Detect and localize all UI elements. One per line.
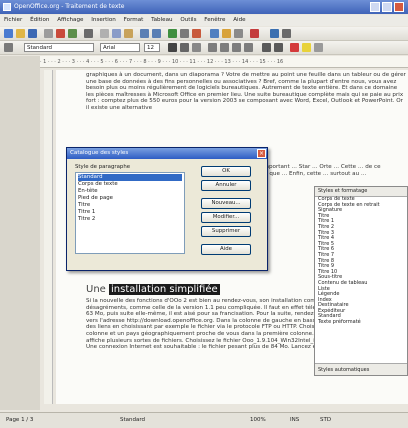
status-insert-mode[interactable]: INS (290, 413, 299, 428)
edit-icon[interactable] (44, 29, 53, 38)
standard-toolbar (0, 27, 408, 41)
menu-insert[interactable]: Insertion (91, 17, 116, 23)
paragraph-intro: graphiques à un document, dans un diapor… (86, 72, 406, 111)
status-page: Page 1 / 3 (6, 417, 34, 423)
style-list-item[interactable]: Corps de texte (78, 181, 182, 188)
copy-icon[interactable] (112, 29, 121, 38)
font-color-icon[interactable] (290, 43, 299, 52)
window-title: OpenOffice.org - Traitement de texte (14, 3, 125, 10)
vertical-ruler[interactable] (44, 70, 53, 404)
menu-window[interactable]: Fenêtre (204, 17, 225, 23)
paragraph-style-select[interactable]: Standard (24, 43, 94, 52)
status-bar: Page 1 / 3 Standard 100% INS STD (0, 412, 408, 428)
close-icon[interactable] (394, 2, 404, 12)
menu-file[interactable]: Fichier (4, 17, 22, 23)
bullets-icon[interactable] (274, 43, 283, 52)
heading-text: Une (86, 284, 106, 295)
menu-format[interactable]: Format (124, 17, 144, 23)
formatting-toolbar: Standard Arial 12 (0, 41, 408, 55)
menu-bar: Fichier Édition Affichage Insertion Form… (0, 15, 408, 26)
heading-selection: installation simplifiée (109, 284, 220, 295)
highlight-icon[interactable] (302, 43, 311, 52)
datasource-icon[interactable] (234, 29, 243, 38)
navigator-icon[interactable] (210, 29, 219, 38)
cancel-button[interactable]: Annuler (201, 180, 251, 191)
save-icon[interactable] (28, 29, 37, 38)
window-controls (368, 2, 404, 14)
gallery-icon[interactable] (222, 29, 231, 38)
new-document-icon[interactable] (4, 29, 13, 38)
app-icon (3, 3, 11, 11)
open-icon[interactable] (16, 29, 25, 38)
panel-filter-select[interactable]: Styles automatiques (315, 363, 407, 375)
table-icon[interactable] (180, 29, 189, 38)
minimize-icon[interactable] (370, 2, 380, 12)
style-list-item[interactable]: Titre (78, 202, 182, 209)
italic-icon[interactable] (180, 43, 189, 52)
background-color-icon[interactable] (314, 43, 323, 52)
style-list[interactable]: Standard Corps de texte En-tête Pied de … (75, 172, 185, 254)
maximize-icon[interactable] (382, 2, 392, 12)
new-style-button[interactable]: Nouveau... (201, 198, 251, 209)
paragraph-right-column: important … Star … Orte … Cette … de ce … (262, 164, 381, 177)
style-list-item[interactable]: Titre 1 (78, 209, 182, 216)
draw-functions-icon[interactable] (250, 29, 259, 38)
status-zoom[interactable]: 100% (250, 413, 266, 428)
pdf-icon[interactable] (56, 29, 65, 38)
section-heading: Une installation simplifiée (86, 284, 220, 295)
menu-help[interactable]: Aide (233, 17, 245, 23)
cut-icon[interactable] (100, 29, 109, 38)
dialog-close-icon[interactable]: × (257, 149, 266, 158)
menu-tools[interactable]: Outils (180, 17, 196, 23)
styles-formatting-panel: Styles et formatage Corps de texte Corps… (314, 186, 408, 376)
style-entry[interactable]: Texte préformaté (315, 319, 407, 326)
delete-style-button[interactable]: Supprimer (201, 226, 251, 237)
underline-icon[interactable] (192, 43, 201, 52)
style-list-item[interactable]: En-tête (78, 188, 182, 195)
window-titlebar: OpenOffice.org - Traitement de texte (0, 0, 408, 14)
style-list-item[interactable]: Standard (78, 174, 182, 181)
print-icon[interactable] (68, 29, 77, 38)
styles-icon[interactable] (4, 43, 13, 52)
style-list-item[interactable]: Pied de page (78, 195, 182, 202)
style-catalog-dialog: Catalogue des styles × Style de paragrap… (66, 147, 268, 271)
status-selection-mode[interactable]: STD (320, 413, 331, 428)
redo-icon[interactable] (152, 29, 161, 38)
align-left-icon[interactable] (208, 43, 217, 52)
horizontal-ruler[interactable]: · 1 · · · 2 · · · 3 · · · 4 · · · 5 · · … (40, 56, 408, 68)
bold-icon[interactable] (168, 43, 177, 52)
modify-style-button[interactable]: Modifier... (201, 212, 251, 223)
align-center-icon[interactable] (220, 43, 229, 52)
numbering-icon[interactable] (262, 43, 271, 52)
font-size-select[interactable]: 12 (144, 43, 160, 52)
status-style: Standard (120, 417, 146, 423)
menu-edit[interactable]: Édition (30, 17, 49, 23)
dialog-title: Catalogue des styles (67, 148, 267, 159)
align-right-icon[interactable] (232, 43, 241, 52)
help-button[interactable]: Aide (201, 244, 251, 255)
zoom-icon[interactable] (270, 29, 279, 38)
menu-view[interactable]: Affichage (57, 17, 83, 23)
font-name-select[interactable]: Arial (100, 43, 140, 52)
document-margin (0, 56, 40, 410)
ok-button[interactable]: OK (201, 166, 251, 177)
hyperlink-icon[interactable] (168, 29, 177, 38)
help-icon[interactable] (282, 29, 291, 38)
style-type-label: Style de paragraphe (75, 164, 131, 170)
menu-table[interactable]: Tableau (151, 17, 172, 23)
paste-icon[interactable] (124, 29, 133, 38)
spellcheck-icon[interactable] (84, 29, 93, 38)
chart-icon[interactable] (192, 29, 201, 38)
style-list-item[interactable]: Titre 2 (78, 216, 182, 223)
justify-icon[interactable] (244, 43, 253, 52)
undo-icon[interactable] (140, 29, 149, 38)
